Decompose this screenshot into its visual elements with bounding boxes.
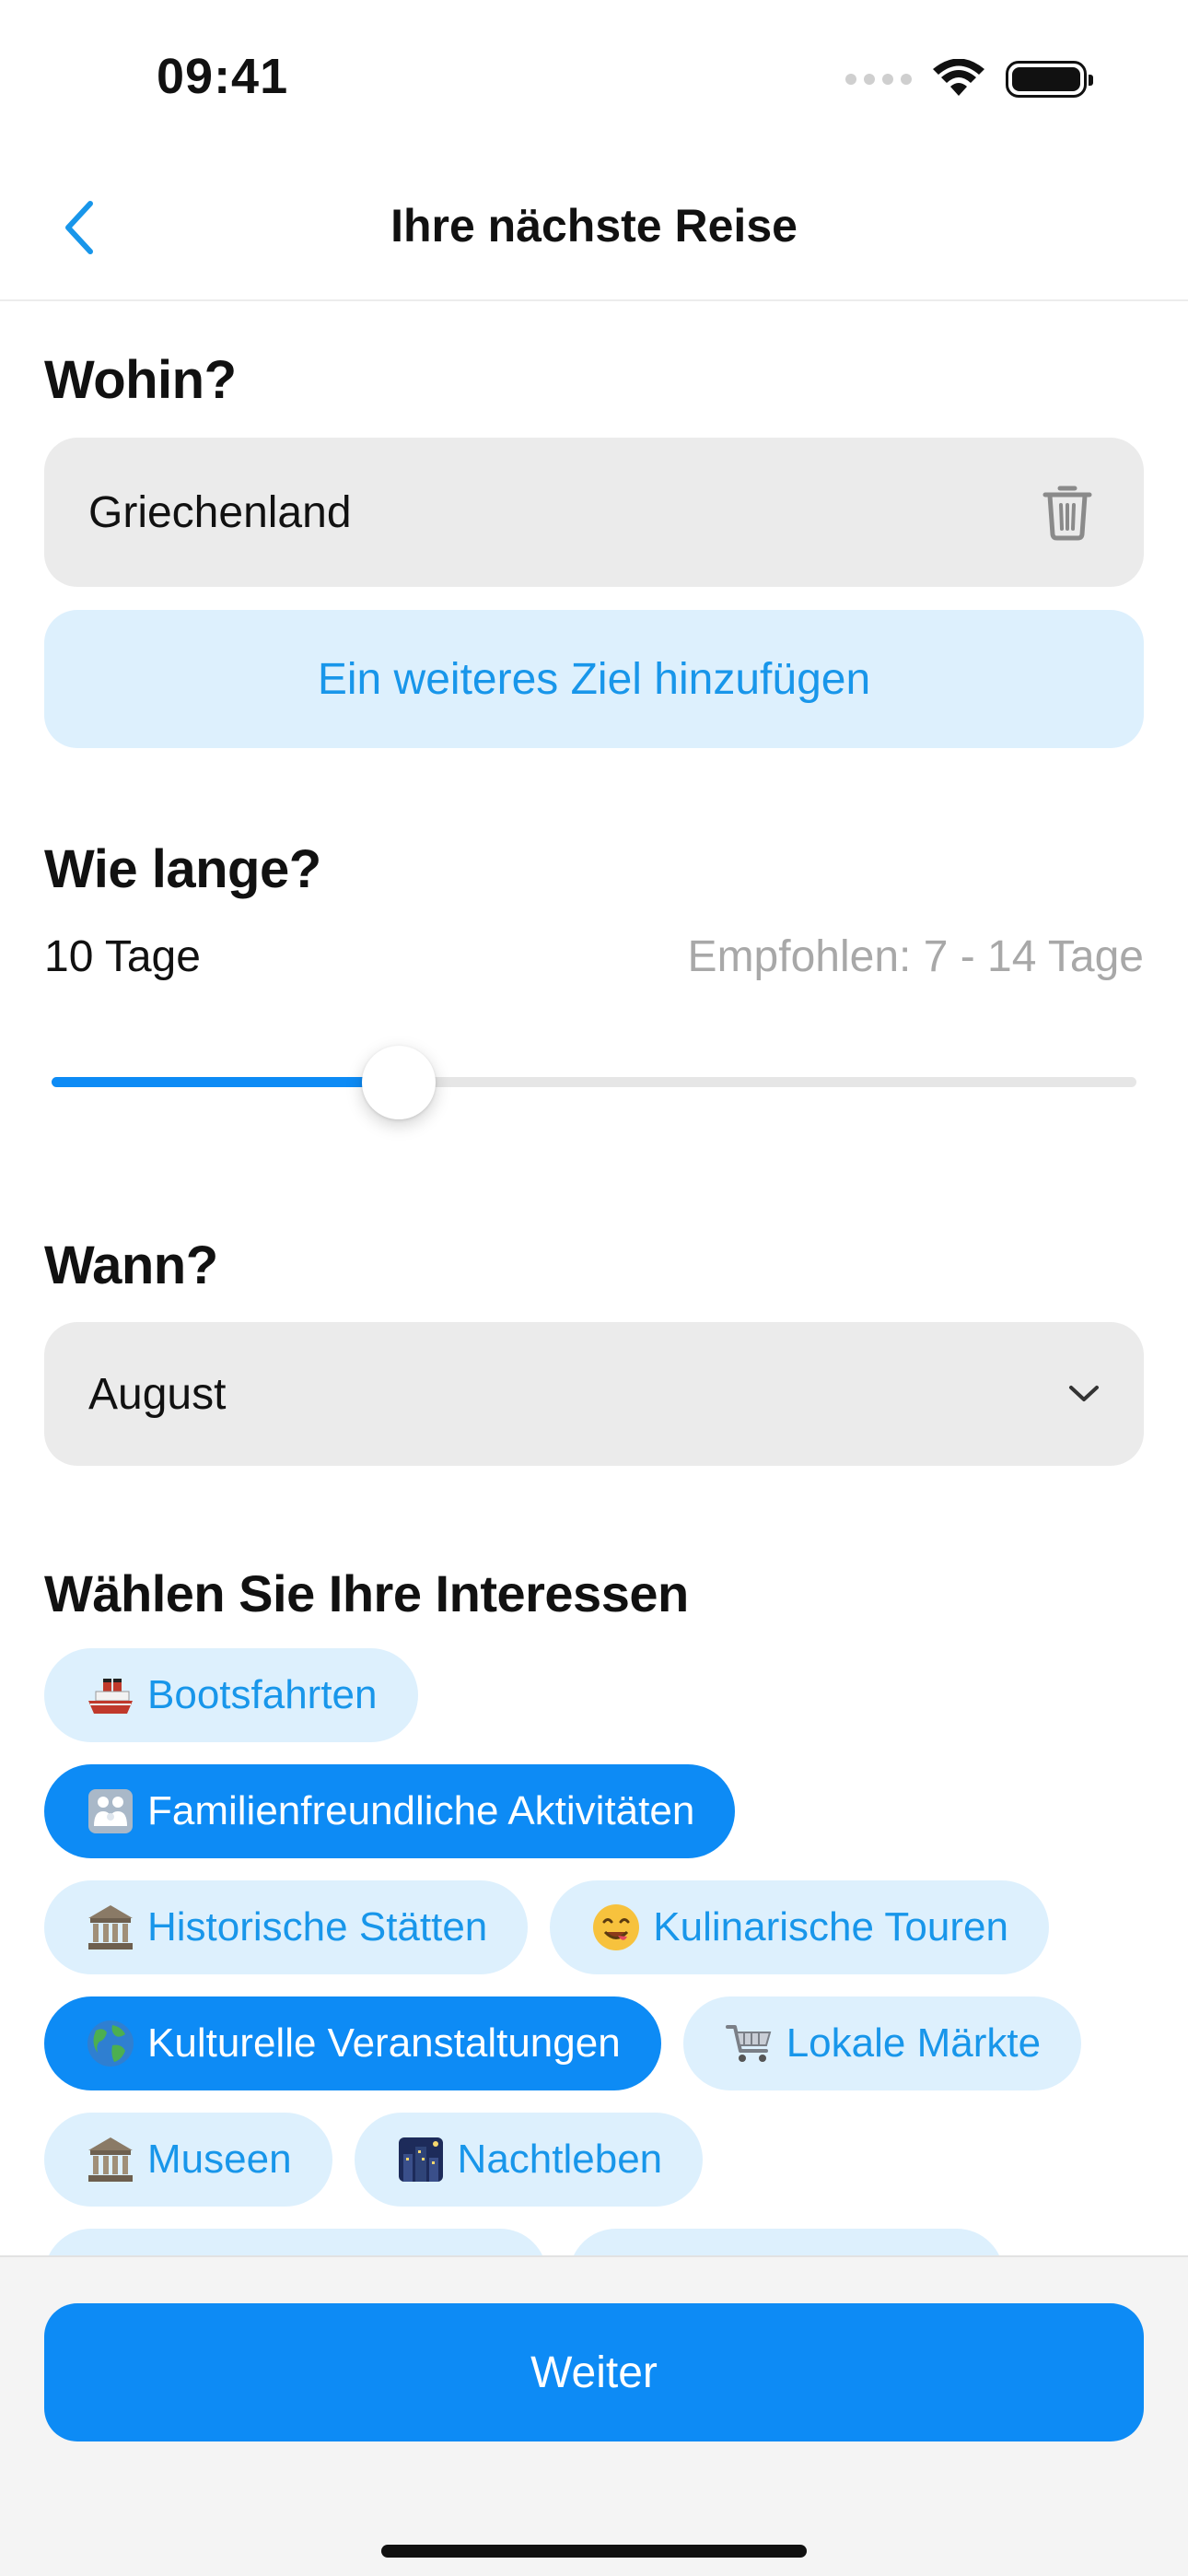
month-value: August [88, 1369, 227, 1419]
chip-label: Familienfreundliche Aktivitäten [147, 1788, 695, 1833]
interest-chip-lokale-maerkte[interactable]: Lokale Märkte [682, 1996, 1082, 2090]
chip-label: Kulturelle Veranstaltungen [147, 2020, 621, 2066]
chevron-down-icon [1069, 1386, 1099, 1401]
night-city-icon [395, 2134, 447, 2185]
slider-fill [52, 1077, 399, 1087]
home-indicator [381, 2545, 807, 2558]
interest-chip-familienfreundliche-aktivitaeten[interactable]: Familienfreundliche Aktivitäten [44, 1764, 736, 1858]
bottom-bar: Weiter [0, 2255, 1188, 2576]
duration-slider[interactable] [52, 1046, 1136, 1119]
classical-building-icon [85, 2134, 136, 2185]
interest-chip-kulinarische-touren[interactable]: Kulinarische Touren [550, 1880, 1049, 1974]
duration-recommendation: Empfohlen: 7 - 14 Tage [687, 932, 1144, 981]
chip-label: Nachtleben [457, 2137, 663, 2182]
destination-field[interactable]: Griechenland [44, 438, 1144, 587]
interest-chip-partial[interactable] [44, 2229, 547, 2255]
trash-icon [1042, 486, 1092, 541]
chip-label: Historische Stätten [147, 1904, 488, 1950]
delete-destination-button[interactable] [1035, 480, 1100, 544]
destination-heading: Wohin? [44, 350, 237, 410]
interest-chip-nachtleben[interactable]: Nachtleben [354, 2113, 704, 2207]
duration-heading: Wie lange? [44, 839, 321, 899]
interest-chip-partial[interactable] [569, 2229, 1004, 2255]
shopping-cart-icon [724, 2018, 775, 2069]
interests-heading: Wählen Sie Ihre Interessen [44, 1564, 689, 1622]
chip-label: Bootsfahrten [147, 1672, 378, 1717]
interest-chip-museen[interactable]: Museen [44, 2113, 332, 2207]
yummy-face-icon [590, 1902, 642, 1953]
chip-label: Museen [147, 2137, 292, 2182]
duration-row: 10 Tage Empfohlen: 7 - 14 Tage [44, 931, 1144, 982]
month-heading: Wann? [44, 1235, 218, 1295]
chip-label: Kulinarische Touren [653, 1904, 1008, 1950]
ship-icon [85, 1669, 136, 1721]
interest-chip-bootsfahrten[interactable]: Bootsfahrten [44, 1648, 418, 1742]
add-destination-button[interactable]: Ein weiteres Ziel hinzufügen [44, 610, 1144, 748]
interest-chip-kulturelle-veranstaltungen[interactable]: Kulturelle Veranstaltungen [44, 1996, 661, 2090]
scroll-content[interactable]: Wohin? Griechenland Ein weiteres Ziel hi… [0, 0, 1188, 2255]
month-select[interactable]: August [44, 1322, 1144, 1466]
classical-building-icon [85, 1902, 136, 1953]
slider-thumb[interactable] [362, 1046, 436, 1119]
duration-value: 10 Tage [44, 932, 201, 981]
interest-chip-historische-staetten[interactable]: Historische Stätten [44, 1880, 529, 1974]
family-icon [85, 1786, 136, 1837]
interest-chips: Bootsfahrten Familienfreundliche Aktivit… [44, 1648, 1144, 2255]
chip-label: Lokale Märkte [786, 2020, 1042, 2066]
destination-value: Griechenland [88, 487, 352, 537]
next-button[interactable]: Weiter [44, 2303, 1144, 2441]
globe-icon [85, 2018, 136, 2069]
